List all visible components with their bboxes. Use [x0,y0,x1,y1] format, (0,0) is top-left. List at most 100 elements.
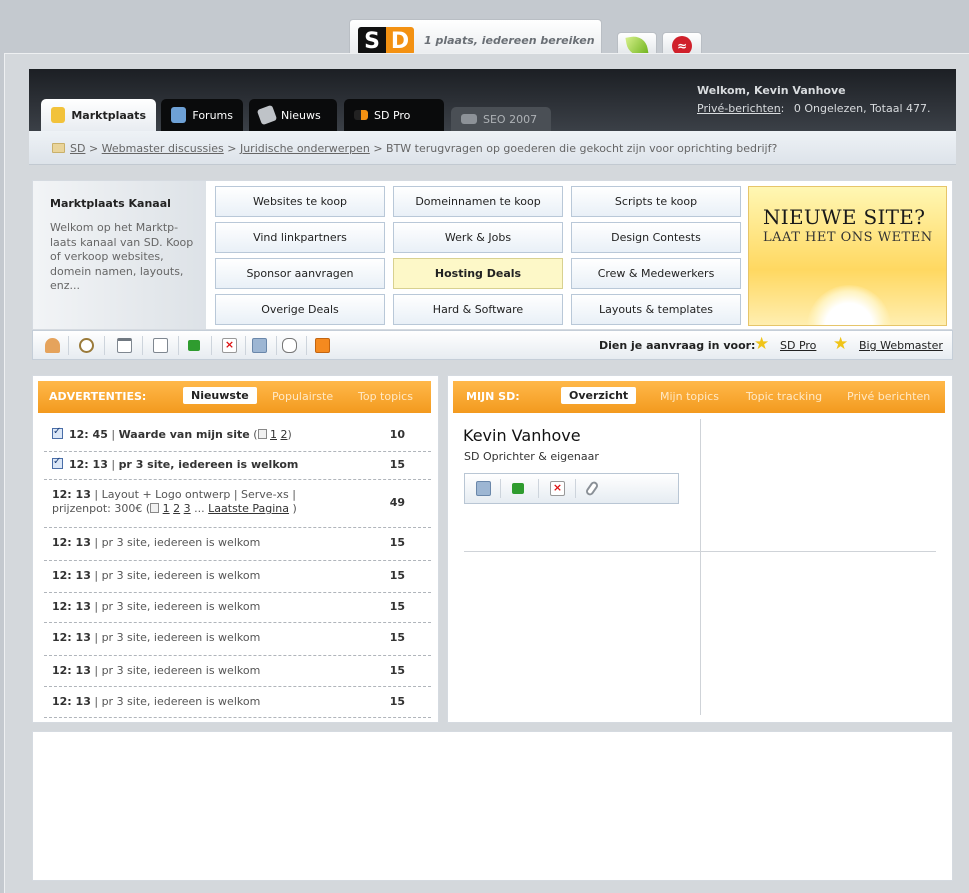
private-messages-link[interactable]: Privé-berichten [697,102,781,115]
row-title-cont[interactable]: prijzenpot: 300€ [52,502,142,515]
breadcrumb-sep: > [88,142,99,155]
grid-divider-vertical [700,419,701,715]
toolbar-divider [211,336,212,355]
breadcrumb: SD > Webmaster discussies > Juridische o… [70,142,777,155]
row-time: 12: 13 [52,664,91,677]
tab-label: SEO 2007 [483,112,538,126]
page-link[interactable]: 2 [173,502,180,515]
clock-icon[interactable] [79,338,94,353]
tab-populairste[interactable]: Populairste [272,390,333,403]
category-hosting-deals[interactable]: Hosting Deals [393,258,563,289]
chat-icon[interactable] [282,338,297,353]
table-row[interactable]: 12: 13 | pr 3 site, iedereen is welkom 1… [44,452,431,480]
tab-mijn-topics[interactable]: Mijn topics [660,390,719,403]
row-sep: | [94,631,99,644]
row-sep: | [94,664,99,677]
row-title[interactable]: Layout + Logo ontwerp | Serve-xs | [102,488,296,501]
row-count: 15 [389,536,405,549]
delete-icon[interactable]: × [222,338,237,353]
row-title[interactable]: pr 3 site, iedereen is welkom [102,664,261,677]
row-title[interactable]: pr 3 site, iedereen is welkom [102,695,261,708]
breadcrumb-item[interactable]: SD [70,142,85,155]
row-sep: | [94,600,99,613]
flag-icon[interactable] [512,483,524,494]
tab-marktplaats[interactable]: Marktplaats [41,99,156,131]
tab-prive-berichten[interactable]: Privé berichten [847,390,930,403]
category-crew[interactable]: Crew & Medewerkers [571,258,741,289]
promo-banner[interactable]: NIEUWE SITE? LAAT HET ONS WETEN [748,186,947,326]
tab-top-topics[interactable]: Top topics [358,390,413,403]
table-row[interactable]: 12: 13 | pr 3 site, iedereen is welkom 1… [44,623,431,656]
table-row[interactable]: 12: 13 | pr 3 site, iedereen is welkom 1… [44,687,431,718]
tab-nieuwste[interactable]: Nieuwste [183,387,257,404]
table-row[interactable]: 12: 13 | pr 3 site, iedereen is welkom 1… [44,593,431,623]
big-webmaster-link[interactable]: Big Webmaster [859,339,943,352]
category-werk-jobs[interactable]: Werk & Jobs [393,222,563,253]
page-link[interactable]: 1 [163,502,170,515]
tab-forums[interactable]: Forums [161,99,243,131]
table-row[interactable]: 12: 13 | pr 3 site, iedereen is welkom 1… [44,656,431,687]
category-scripts[interactable]: Scripts te koop [571,186,741,217]
category-layouts[interactable]: Layouts & templates [571,294,741,325]
row-title[interactable]: pr 3 site, iedereen is welkom [102,631,261,644]
row-sep: | [94,695,99,708]
breadcrumb-item[interactable]: Webmaster discussies [102,142,224,155]
toolbar-divider [306,336,307,355]
promo-headline: NIEUWE SITE? [763,205,926,229]
toolbar-divider [178,336,179,355]
category-design-contests[interactable]: Design Contests [571,222,741,253]
row-title[interactable]: pr 3 site, iedereen is welkom [102,536,261,549]
page-link[interactable]: 2 [281,428,288,441]
user-icon[interactable] [45,338,60,353]
category-sponsor[interactable]: Sponsor aanvragen [215,258,385,289]
row-title[interactable]: Waarde van mijn site [119,428,250,441]
pages-icon [257,429,267,439]
checkbox-icon[interactable] [52,456,63,469]
category-domeinnamen[interactable]: Domeinnamen te koop [393,186,563,217]
breadcrumb-item[interactable]: Juridische onderwerpen [240,142,370,155]
tab-overzicht[interactable]: Overzicht [561,387,637,404]
sd-pro-link[interactable]: SD Pro [780,339,816,352]
tab-nieuws[interactable]: Nieuws [249,99,337,131]
table-row[interactable]: 12: 45 | Waarde van mijn site ( 1 2) 10 [44,420,431,452]
users-search-icon[interactable] [476,481,491,496]
category-websites[interactable]: Websites te koop [215,186,385,217]
toolbar-divider [538,479,539,498]
tab-topic-tracking[interactable]: Topic tracking [746,390,822,403]
table-row[interactable]: 12: 13 | pr 3 site, iedereen is welkom 1… [44,561,431,593]
flag-icon[interactable] [188,340,200,351]
category-linkpartners[interactable]: Vind linkpartners [215,222,385,253]
row-time: 12: 13 [52,600,91,613]
search-doc-icon[interactable] [153,338,168,353]
last-page-link[interactable]: Laatste Pagina [208,502,289,515]
table-row[interactable]: 12: 13 | Layout + Logo ontwerp | Serve-x… [44,480,431,528]
keyboard-icon [461,114,477,124]
row-time: 12: 13 [69,458,108,471]
delete-icon[interactable]: × [550,481,565,496]
checkbox-icon[interactable] [52,426,63,439]
category-hard-software[interactable]: Hard & Software [393,294,563,325]
tab-sd-pro[interactable]: SD Pro [344,99,444,131]
toolbar-divider [104,336,105,355]
forum-users-icon [171,107,187,123]
row-title[interactable]: pr 3 site, iedereen is welkom [119,458,299,471]
star-icon: ★ [833,334,849,354]
folder-icon [52,143,65,153]
page-link[interactable]: 1 [270,428,277,441]
row-count: 15 [389,600,405,613]
kanaal-description: Welkom op het Marktp-laats kanaal van SD… [50,221,194,292]
logo-d: D [386,27,414,55]
row-title[interactable]: pr 3 site, iedereen is welkom [102,569,261,582]
brand-slogan: 1 plaats, iedereen bereiken [424,34,595,47]
row-title[interactable]: pr 3 site, iedereen is welkom [102,600,261,613]
row-sep: | [94,569,99,582]
tab-seo-2007[interactable]: SEO 2007 [451,107,551,131]
rss-icon[interactable] [315,338,330,353]
category-overige-deals[interactable]: Overige Deals [215,294,385,325]
ads-title: ADVERTENTIES: [49,390,147,403]
users-search-icon[interactable] [252,338,267,353]
page-link[interactable]: 3 [184,502,191,515]
table-row[interactable]: 12: 13 | pr 3 site, iedereen is welkom 1… [44,528,431,561]
calendar-icon[interactable] [117,338,132,353]
grid-divider-horizontal [464,551,936,552]
